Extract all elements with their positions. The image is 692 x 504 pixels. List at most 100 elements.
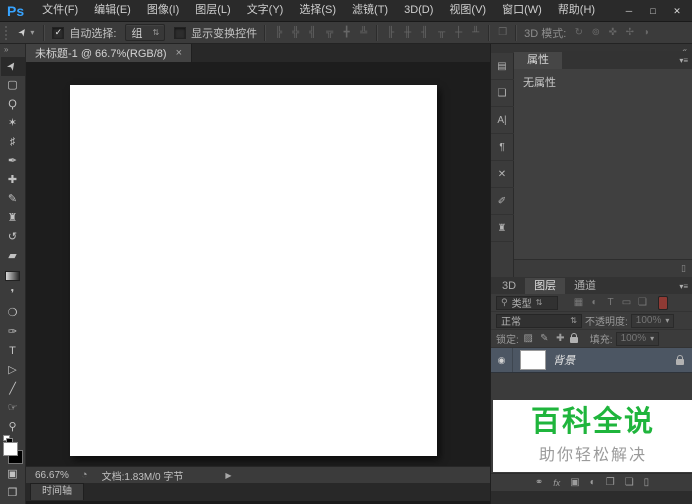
auto-select-checkbox[interactable]: ✓ 自动选择:: [52, 25, 116, 41]
layer-style-icon[interactable]: fx: [553, 478, 560, 488]
menu-item-layer[interactable]: 图层(L): [187, 0, 238, 21]
rectangular-marquee-tool[interactable]: ▢: [1, 76, 25, 95]
menu-item-window[interactable]: 窗口(W): [494, 0, 550, 21]
tool-preset-picker[interactable]: ➤ ▾: [15, 26, 38, 39]
tab-timeline[interactable]: 时间轴: [30, 483, 84, 500]
layer-name[interactable]: 背景: [553, 352, 575, 368]
tab-channels[interactable]: 通道: [565, 278, 605, 294]
crop-tool[interactable]: ♯: [1, 133, 25, 152]
quick-mask-button[interactable]: ▣: [1, 465, 25, 484]
menu-item-filter[interactable]: 滤镜(T): [344, 0, 396, 21]
fill-dropdown[interactable]: 100% ▾: [615, 331, 660, 346]
history-brush-tool[interactable]: ↺: [1, 228, 25, 247]
layer-mask-icon[interactable]: ▣: [570, 477, 579, 488]
panel-menu-icon[interactable]: ▾≡: [674, 279, 692, 294]
distribute-right-edges-icon[interactable]: ╨: [468, 27, 483, 38]
filter-type-dropdown[interactable]: ⚲ 类型 ⇅: [496, 295, 558, 310]
lock-position-icon[interactable]: ✚: [554, 333, 567, 344]
foreground-color-swatch[interactable]: [2, 442, 18, 456]
layer-comps-panel-icon[interactable]: ❑: [490, 80, 514, 107]
tab-properties[interactable]: 属性: [514, 52, 562, 69]
adjustment-layer-icon[interactable]: ◐: [590, 477, 596, 488]
hand-tool[interactable]: ☞: [1, 399, 25, 418]
status-options-arrow-icon[interactable]: ▶: [225, 471, 231, 480]
filter-type-layers-icon[interactable]: T: [604, 297, 617, 308]
distribute-bottom-edges-icon[interactable]: ╢: [417, 27, 432, 38]
show-transform-checkbox[interactable]: 显示变换控件: [174, 25, 257, 41]
menu-item-view[interactable]: 视图(V): [441, 0, 494, 21]
lock-all-icon[interactable]: [569, 333, 578, 343]
delete-layer-icon[interactable]: ▯: [644, 477, 650, 488]
brush-panel-icon[interactable]: ✐: [490, 188, 514, 215]
menu-item-type[interactable]: 文字(Y): [239, 0, 292, 21]
blur-tool[interactable]: ❜: [1, 285, 25, 304]
tab-3d[interactable]: 3D: [493, 278, 525, 294]
clone-source-panel-icon[interactable]: ♜: [490, 215, 514, 242]
filter-smart-objects-icon[interactable]: ❏: [636, 297, 649, 308]
distribute-left-edges-icon[interactable]: ╥: [434, 27, 449, 38]
canvas-area[interactable]: [26, 62, 490, 466]
eraser-tool[interactable]: ▰: [1, 247, 25, 266]
menu-item-edit[interactable]: 编辑(E): [86, 0, 139, 21]
layer-thumbnail[interactable]: [520, 350, 546, 370]
options-bar-grip[interactable]: [5, 25, 12, 40]
dodge-tool[interactable]: ❍: [1, 304, 25, 323]
zoom-level-field[interactable]: 66.67%: [35, 470, 81, 481]
move-tool[interactable]: ➤: [0, 57, 25, 76]
distribute-vertical-centers-icon[interactable]: ╫: [400, 27, 415, 38]
align-bottom-edges-icon[interactable]: ╩: [356, 27, 371, 38]
document-tab[interactable]: 未标题-1 @ 66.7%(RGB/8) ×: [26, 44, 193, 62]
menu-item-3d[interactable]: 3D(D): [396, 0, 441, 21]
menu-item-image[interactable]: 图像(I): [139, 0, 187, 21]
link-layers-icon[interactable]: ⚭: [535, 477, 543, 488]
screen-mode-button[interactable]: ❐: [1, 484, 25, 503]
tool-presets-panel-icon[interactable]: ✕: [490, 161, 514, 188]
lasso-tool[interactable]: Ϙ: [1, 95, 25, 114]
distribute-horizontal-centers-icon[interactable]: ┼: [451, 27, 466, 38]
brush-tool[interactable]: ✎: [1, 190, 25, 209]
lock-pixels-icon[interactable]: ✎: [538, 333, 551, 344]
lock-transparency-icon[interactable]: ▨: [522, 333, 535, 344]
document-canvas[interactable]: [70, 85, 437, 456]
new-group-icon[interactable]: ❐: [606, 477, 615, 488]
character-panel-icon[interactable]: A|: [490, 107, 514, 134]
distribute-top-edges-icon[interactable]: ╟: [383, 27, 398, 38]
blend-mode-dropdown[interactable]: 正常 ⇅: [496, 313, 582, 328]
menu-item-select[interactable]: 选择(S): [291, 0, 344, 21]
checkbox-checked-icon[interactable]: ✓: [52, 26, 65, 39]
close-button[interactable]: ✕: [665, 1, 689, 21]
filter-toggle-switch[interactable]: [658, 295, 668, 310]
tab-layers[interactable]: 图层: [525, 278, 566, 294]
filter-pixel-layers-icon[interactable]: ▦: [572, 297, 585, 308]
3d-roll-icon[interactable]: ⊚: [588, 27, 603, 38]
delete-property-icon[interactable]: ▯: [681, 263, 686, 274]
auto-align-layers-icon[interactable]: ❒: [495, 27, 510, 38]
menu-item-help[interactable]: 帮助(H): [550, 0, 603, 21]
3d-slide-icon[interactable]: ✢: [622, 27, 637, 38]
eyedropper-tool[interactable]: ✒: [1, 152, 25, 171]
background-lock-icon[interactable]: [676, 354, 684, 365]
align-right-edges-icon[interactable]: ╣: [305, 27, 320, 38]
checkbox-unchecked-icon[interactable]: [174, 26, 187, 39]
maximize-button[interactable]: □: [641, 1, 665, 21]
3d-drag-icon[interactable]: ✜: [605, 27, 620, 38]
align-left-edges-icon[interactable]: ╠: [271, 27, 286, 38]
filter-shape-layers-icon[interactable]: ▭: [620, 297, 633, 308]
layer-row-background[interactable]: ◉ 背景: [491, 348, 692, 373]
paragraph-panel-icon[interactable]: ¶: [490, 134, 514, 161]
history-panel-icon[interactable]: ▤: [490, 53, 514, 80]
minimize-button[interactable]: ─: [617, 1, 641, 21]
spot-healing-brush-tool[interactable]: ✚: [1, 171, 25, 190]
line-tool[interactable]: ╱: [1, 380, 25, 399]
layer-visibility-eye-icon[interactable]: ◉: [491, 348, 513, 372]
new-layer-icon[interactable]: ❏: [625, 477, 634, 488]
auto-select-target-dropdown[interactable]: 组 ⇅: [125, 24, 166, 41]
align-top-edges-icon[interactable]: ╦: [322, 27, 337, 38]
close-tab-icon[interactable]: ×: [176, 47, 182, 59]
panel-menu-icon[interactable]: ▾≡: [674, 53, 692, 69]
gradient-tool[interactable]: [1, 266, 25, 285]
3d-scale-icon[interactable]: ◗: [639, 27, 654, 38]
menu-item-file[interactable]: 文件(F): [34, 0, 86, 21]
align-horizontal-centers-icon[interactable]: ╬: [288, 27, 303, 38]
filter-adjustment-layers-icon[interactable]: ◐: [588, 297, 601, 308]
